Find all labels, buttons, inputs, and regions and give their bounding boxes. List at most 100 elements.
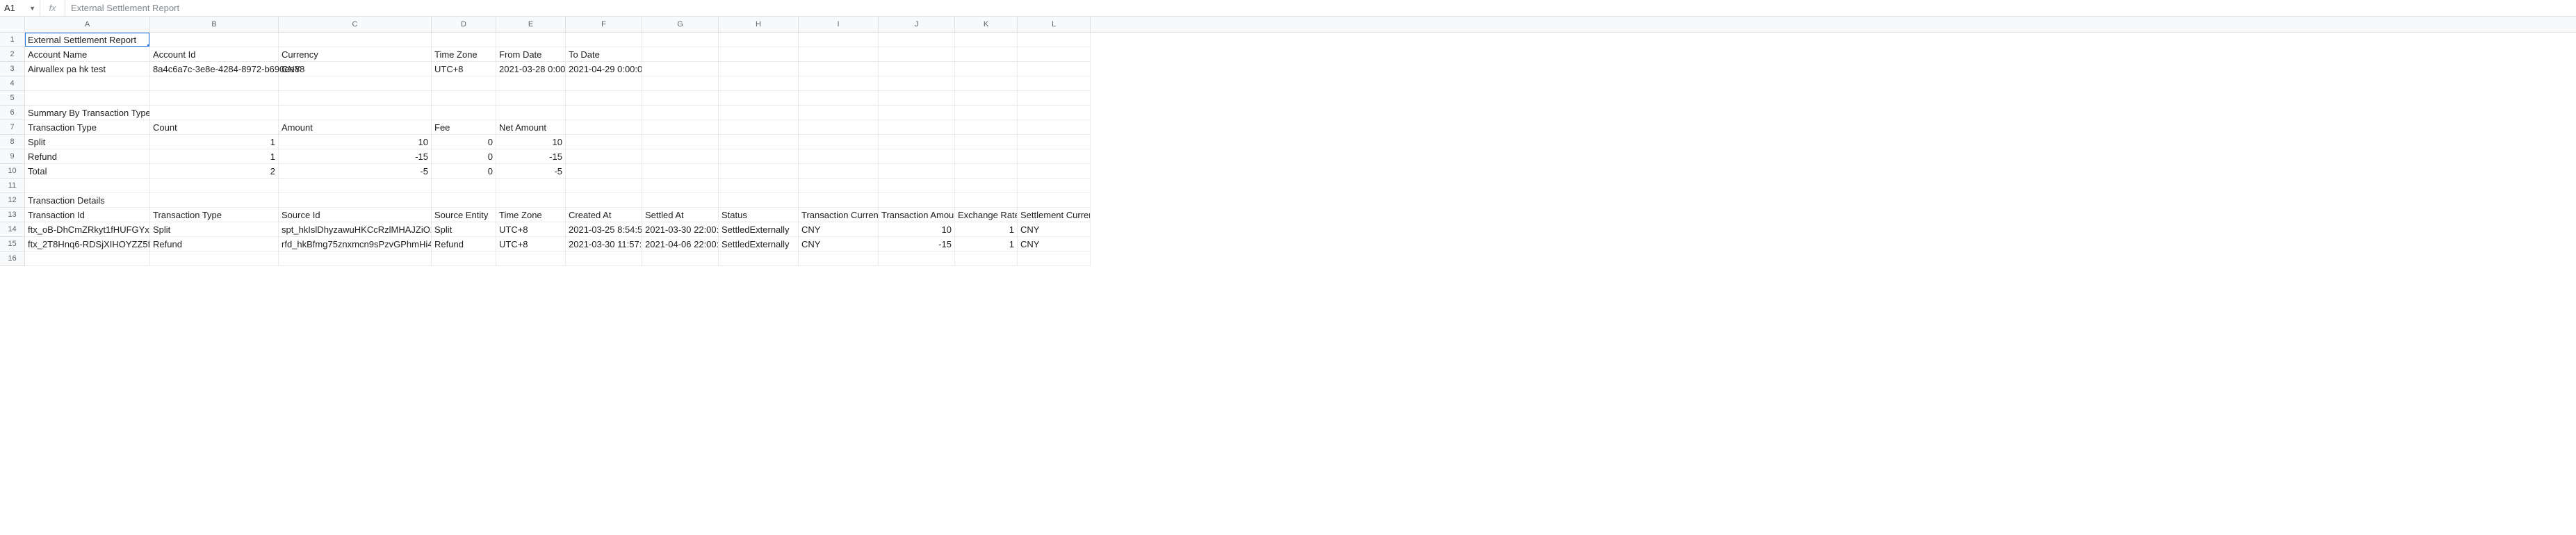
cell-I1[interactable]: [799, 33, 879, 47]
cell-F13[interactable]: Created At: [566, 208, 642, 222]
cell-J7[interactable]: [879, 120, 955, 135]
cell-L15[interactable]: CNY: [1018, 237, 1091, 252]
cell-L6[interactable]: [1018, 106, 1091, 120]
cell-C9[interactable]: -15: [279, 149, 432, 164]
cell-F8[interactable]: [566, 135, 642, 149]
cell-L16[interactable]: [1018, 252, 1091, 266]
cell-B10[interactable]: 2: [150, 164, 279, 179]
cell-J14[interactable]: 10: [879, 222, 955, 237]
cell-L8[interactable]: [1018, 135, 1091, 149]
column-header-C[interactable]: C: [279, 17, 432, 32]
cell-A3[interactable]: Airwallex pa hk test: [25, 62, 150, 76]
cell-I4[interactable]: [799, 76, 879, 91]
cell-B4[interactable]: [150, 76, 279, 91]
cell-L3[interactable]: [1018, 62, 1091, 76]
cell-G11[interactable]: [642, 179, 719, 193]
cell-F9[interactable]: [566, 149, 642, 164]
cell-J11[interactable]: [879, 179, 955, 193]
cell-H13[interactable]: Status: [719, 208, 799, 222]
cell-G7[interactable]: [642, 120, 719, 135]
cell-J4[interactable]: [879, 76, 955, 91]
cell-J3[interactable]: [879, 62, 955, 76]
cell-D2[interactable]: Time Zone: [432, 47, 496, 62]
cell-C13[interactable]: Source Id: [279, 208, 432, 222]
column-header-B[interactable]: B: [150, 17, 279, 32]
row-header-13[interactable]: 13: [0, 208, 25, 222]
cell-D8[interactable]: 0: [432, 135, 496, 149]
cell-D14[interactable]: Split: [432, 222, 496, 237]
cell-F4[interactable]: [566, 76, 642, 91]
cell-A12[interactable]: Transaction Details: [25, 193, 150, 208]
cell-L4[interactable]: [1018, 76, 1091, 91]
cell-F1[interactable]: [566, 33, 642, 47]
cell-I9[interactable]: [799, 149, 879, 164]
cell-G12[interactable]: [642, 193, 719, 208]
cell-F10[interactable]: [566, 164, 642, 179]
cell-D12[interactable]: [432, 193, 496, 208]
cell-D4[interactable]: [432, 76, 496, 91]
cell-A8[interactable]: Split: [25, 135, 150, 149]
cell-F12[interactable]: [566, 193, 642, 208]
cell-J2[interactable]: [879, 47, 955, 62]
cell-F14[interactable]: 2021-03-25 8:54:55: [566, 222, 642, 237]
cell-F7[interactable]: [566, 120, 642, 135]
row-header-7[interactable]: 7: [0, 120, 25, 135]
cell-B8[interactable]: 1: [150, 135, 279, 149]
cell-J1[interactable]: [879, 33, 955, 47]
cell-H9[interactable]: [719, 149, 799, 164]
cell-D10[interactable]: 0: [432, 164, 496, 179]
cell-C12[interactable]: [279, 193, 432, 208]
cell-A2[interactable]: Account Name: [25, 47, 150, 62]
cell-C10[interactable]: -5: [279, 164, 432, 179]
cell-H11[interactable]: [719, 179, 799, 193]
cell-B16[interactable]: [150, 252, 279, 266]
cell-K6[interactable]: [955, 106, 1018, 120]
cell-C5[interactable]: [279, 91, 432, 106]
cell-H8[interactable]: [719, 135, 799, 149]
column-header-I[interactable]: I: [799, 17, 879, 32]
cell-D3[interactable]: UTC+8: [432, 62, 496, 76]
cell-I10[interactable]: [799, 164, 879, 179]
cell-L12[interactable]: [1018, 193, 1091, 208]
column-header-H[interactable]: H: [719, 17, 799, 32]
cell-D13[interactable]: Source Entity: [432, 208, 496, 222]
cell-C15[interactable]: rfd_hkBfmg75znxmcn9sPzvGPhmHi47: [279, 237, 432, 252]
cell-I14[interactable]: CNY: [799, 222, 879, 237]
cell-D15[interactable]: Refund: [432, 237, 496, 252]
cell-K2[interactable]: [955, 47, 1018, 62]
cell-B13[interactable]: Transaction Type: [150, 208, 279, 222]
cell-A16[interactable]: [25, 252, 150, 266]
cell-L9[interactable]: [1018, 149, 1091, 164]
cell-K15[interactable]: 1: [955, 237, 1018, 252]
cell-J13[interactable]: Transaction Amount: [879, 208, 955, 222]
column-header-E[interactable]: E: [496, 17, 566, 32]
column-header-A[interactable]: A: [25, 17, 150, 32]
cell-H12[interactable]: [719, 193, 799, 208]
cell-G15[interactable]: 2021-04-06 22:00:01: [642, 237, 719, 252]
cell-K12[interactable]: [955, 193, 1018, 208]
cell-B15[interactable]: Refund: [150, 237, 279, 252]
cell-I5[interactable]: [799, 91, 879, 106]
cell-C8[interactable]: 10: [279, 135, 432, 149]
cell-A6[interactable]: Summary By Transaction Type: [25, 106, 150, 120]
cell-B14[interactable]: Split: [150, 222, 279, 237]
name-box-dropdown-icon[interactable]: ▼: [29, 5, 35, 12]
cell-B5[interactable]: [150, 91, 279, 106]
cell-E6[interactable]: [496, 106, 566, 120]
cell-G3[interactable]: [642, 62, 719, 76]
cell-G16[interactable]: [642, 252, 719, 266]
cell-I16[interactable]: [799, 252, 879, 266]
cell-L7[interactable]: [1018, 120, 1091, 135]
row-header-5[interactable]: 5: [0, 91, 25, 106]
cell-A15[interactable]: ftx_2T8Hnq6-RDSjXIHOYZZ5fw: [25, 237, 150, 252]
cell-E10[interactable]: -5: [496, 164, 566, 179]
cell-H4[interactable]: [719, 76, 799, 91]
row-header-12[interactable]: 12: [0, 193, 25, 208]
cell-I2[interactable]: [799, 47, 879, 62]
row-header-10[interactable]: 10: [0, 164, 25, 179]
cell-K7[interactable]: [955, 120, 1018, 135]
row-header-8[interactable]: 8: [0, 135, 25, 149]
cell-H3[interactable]: [719, 62, 799, 76]
cell-D1[interactable]: [432, 33, 496, 47]
cell-B7[interactable]: Count: [150, 120, 279, 135]
